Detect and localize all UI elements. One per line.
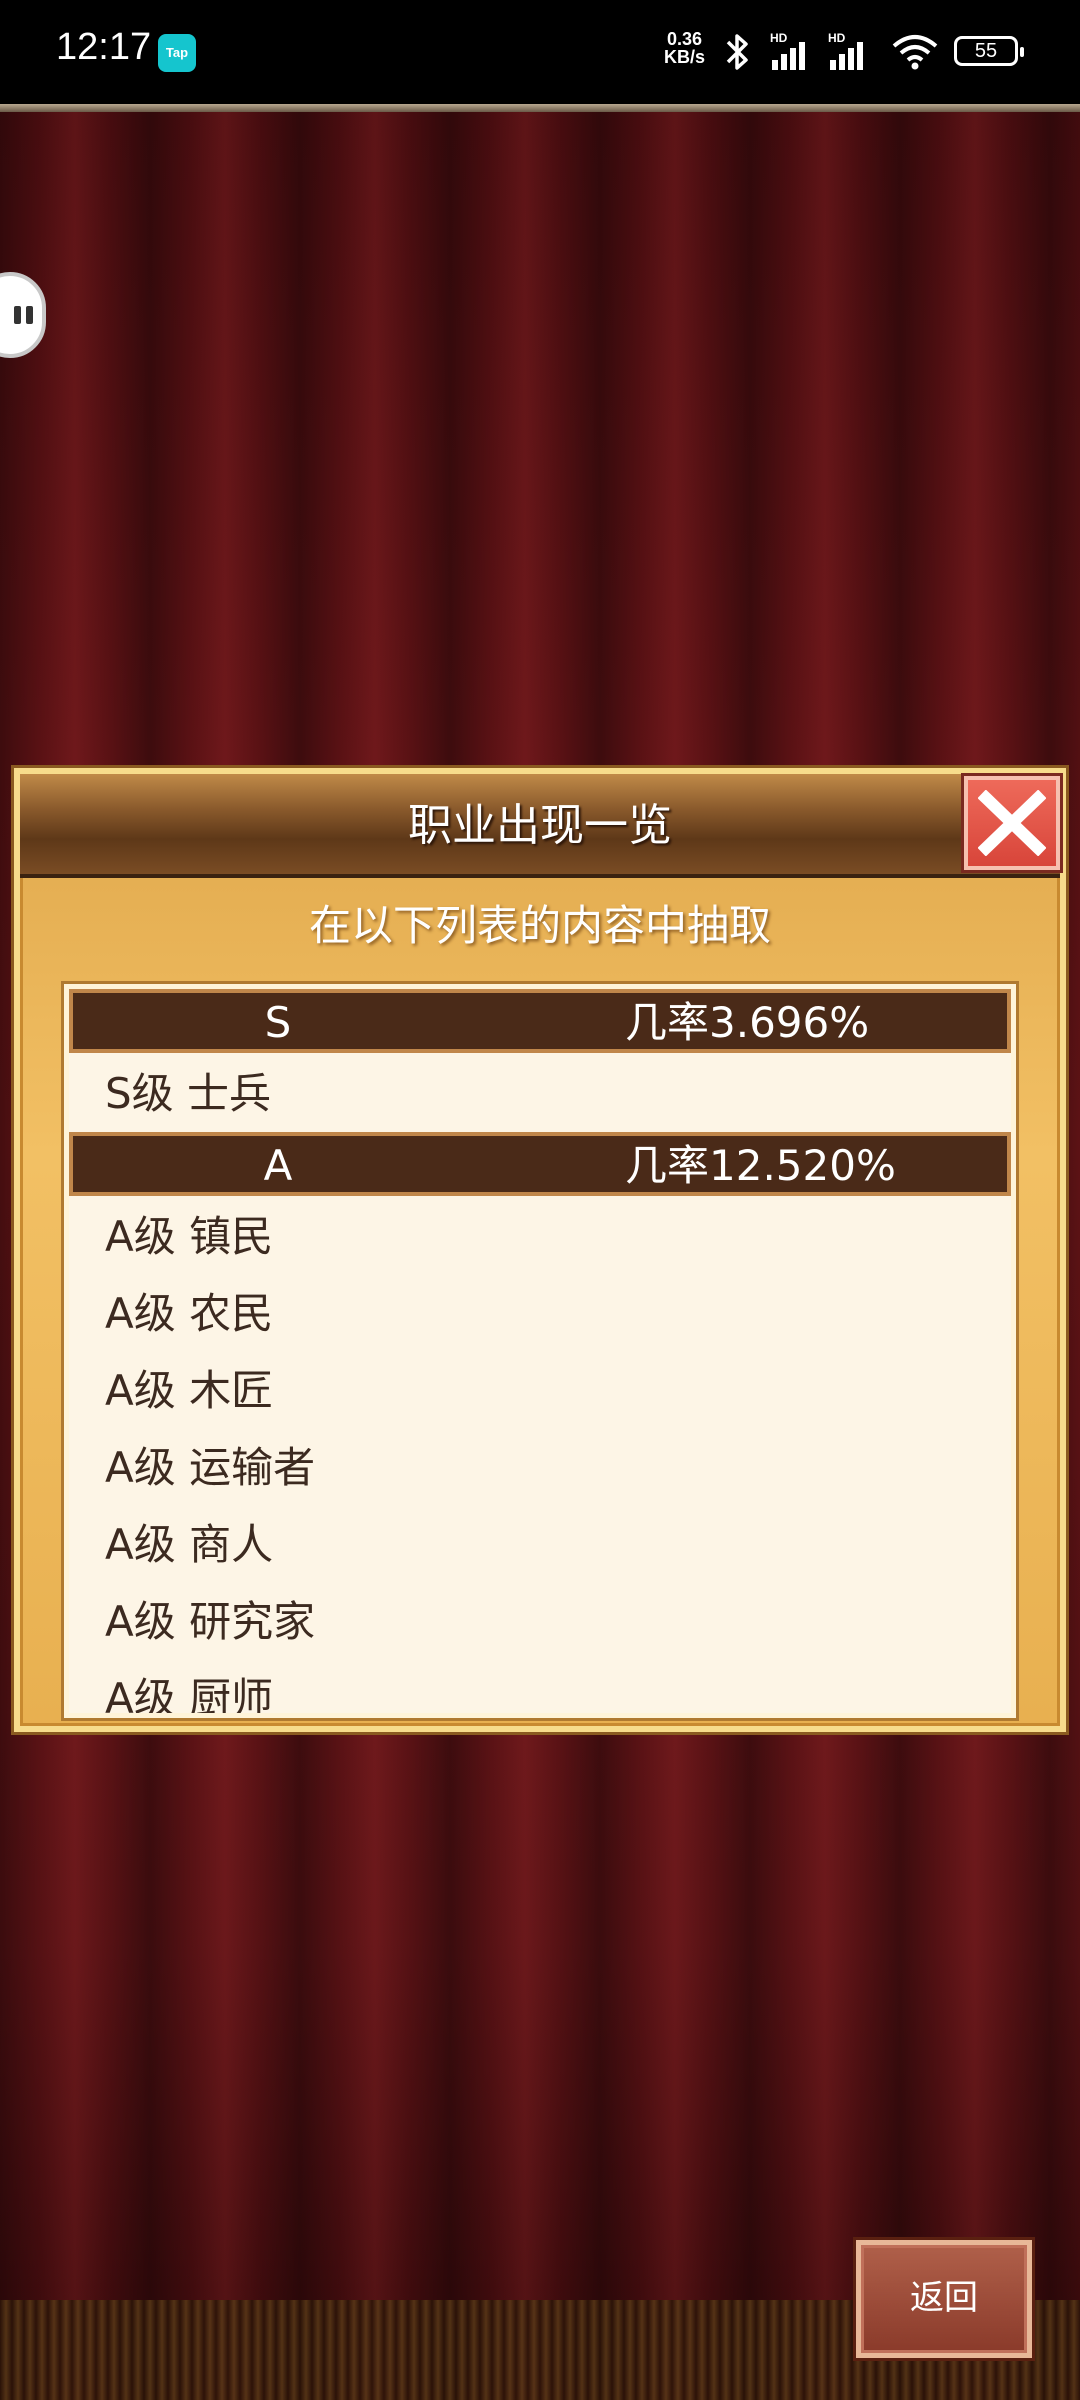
close-button[interactable] [964,776,1060,870]
close-icon [978,790,1046,856]
bluetooth-icon [726,34,748,70]
list-item: A级 镇民 [105,1212,274,1261]
list-item: A级 研究家 [105,1597,316,1646]
wifi-icon [892,35,938,70]
list-item: A级 商人 [105,1520,274,1569]
grade-label: A [263,1141,293,1190]
dialog-subtitle: 在以下列表的内容中抽取 [308,901,771,950]
network-speed: 0.36 KB/s [664,30,705,66]
signal-strength-2-icon: HD [828,31,863,70]
pause-icon [14,306,21,324]
network-speed-value: 0.36 [666,29,703,49]
top-divider [0,104,1080,112]
grade-rate: 几率3.696% [625,998,870,1047]
grade-rate: 几率12.520% [625,1141,896,1190]
taptap-app-icon: Tap [158,34,196,72]
status-bar: 12:17 Tap 0.36 KB/s HD HD 55 [0,0,1080,104]
job-list[interactable]: S 几率3.696% S级 士兵 A 几率12.520% A级 镇民 A级 农民… [64,984,1016,1718]
dialog-title: 职业出现一览 [408,800,672,851]
list-item: A级 木匠 [105,1366,274,1415]
list-item: A级 运输者 [105,1443,316,1492]
signal-2-hd-label: HD [828,31,846,45]
grade-label: S [264,998,292,1047]
grade-header-a: A 几率12.520% [69,1132,1011,1196]
network-speed-unit: KB/s [664,47,706,67]
back-button[interactable]: 返回 [856,2240,1032,2358]
job-appearance-dialog: 职业出现一览 在以下列表的内容中抽取 S 几率3.696% S级 士兵 A 几率… [14,768,1066,1732]
signal-1-hd-label: HD [770,31,788,45]
list-item: S级 士兵 [105,1069,272,1118]
grade-header-s: S 几率3.696% [69,989,1011,1053]
list-item: A级 厨师 [105,1674,274,1718]
signal-strength-1-icon: HD [770,31,805,70]
status-time: 12:17 [56,26,152,68]
list-item: A级 农民 [105,1289,274,1338]
battery-indicator: 55 [954,36,1024,66]
